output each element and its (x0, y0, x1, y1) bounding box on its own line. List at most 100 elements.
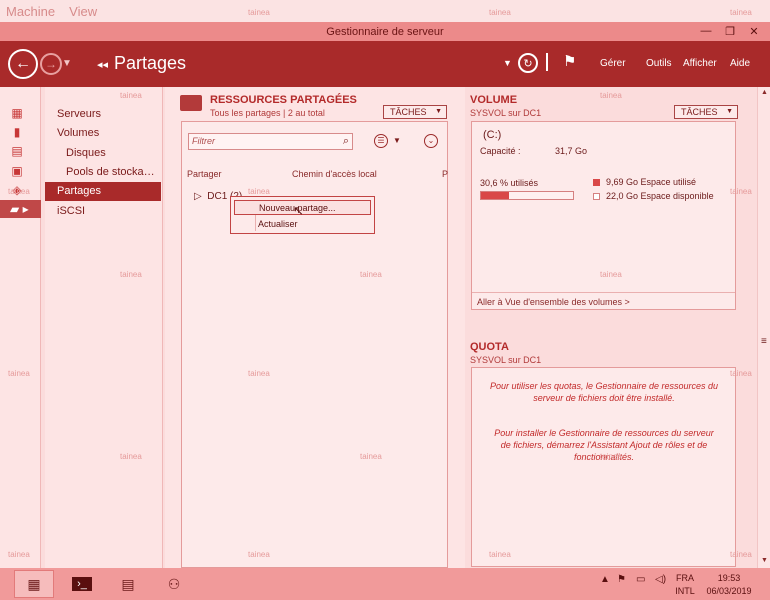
network-task-button[interactable]: ⚇ (154, 570, 194, 598)
usage-bar (480, 191, 574, 200)
collapse-icon[interactable]: ⌄ (424, 134, 438, 148)
breadcrumb: Partages (114, 53, 187, 73)
column-local-path[interactable]: Chemin d'accès local (292, 169, 377, 179)
server-manager-icon: ▦ (27, 575, 41, 592)
search-icon[interactable]: ⌕ (343, 134, 349, 149)
vertical-scrollbar[interactable]: ▲ ≡ ▼ (757, 87, 770, 568)
vm-menu-view[interactable]: View (69, 4, 97, 19)
nav-item-servers[interactable]: Serveurs (45, 105, 161, 124)
volume-icon[interactable]: ◁) (655, 574, 666, 585)
dashboard-icon[interactable]: ▦ (10, 106, 24, 120)
back-button[interactable]: ← (8, 49, 38, 79)
shares-tasks-button[interactable]: TÂCHES (383, 105, 447, 119)
keyboard-layout[interactable]: INTL (672, 586, 698, 596)
ad-ds-icon[interactable]: ▣ (10, 164, 24, 178)
quota-message-1: Pour utiliser les quotas, le Gestionnair… (489, 381, 719, 403)
volume-tasks-button[interactable]: TÂCHES (674, 105, 738, 119)
clock-date[interactable]: 06/03/2019 (704, 586, 754, 596)
arrow-left-icon: ← (15, 55, 31, 72)
vm-menu-bar: Machine View (0, 0, 770, 22)
menu-manage[interactable]: Gérer (600, 58, 626, 69)
network-tray-icon[interactable]: ▭ (636, 574, 645, 585)
refresh-icon: ↻ (523, 57, 533, 70)
refresh-button[interactable]: ↻ (518, 53, 538, 73)
free-legend: 22,0 Go Espace disponible (606, 191, 714, 201)
shares-list-box (181, 121, 448, 568)
clock-time[interactable]: 19:53 (704, 573, 754, 583)
used-percent-label: 30,6 % utilisés (480, 178, 539, 188)
usage-bar-fill (481, 192, 510, 199)
volumes-overview-link[interactable]: Aller à Vue d'ensemble des volumes > (477, 297, 630, 307)
server-manager-task-button[interactable]: ▦ (14, 570, 54, 598)
list-view-icon[interactable]: ☰ (374, 134, 388, 148)
powershell-icon: ›_ (72, 577, 92, 591)
volume-subtitle: SYSVOL sur DC1 (470, 108, 542, 118)
action-center-flag-icon[interactable]: ⚑ (617, 574, 626, 585)
forward-button[interactable]: → (40, 53, 62, 75)
watermark: tainea (730, 8, 752, 17)
watermark: tainea (248, 369, 270, 378)
menu-tools[interactable]: Outils (646, 58, 672, 69)
column-protocol[interactable]: P (442, 169, 448, 179)
refresh-dropdown[interactable]: ▼ (503, 58, 512, 68)
close-button[interactable]: ✕ (742, 23, 766, 39)
notifications-flag-icon[interactable]: ⚑ (563, 52, 576, 70)
nav-item-disks[interactable]: Disques (45, 144, 161, 163)
nav-item-storage-pools[interactable]: Pools de stocka… (45, 163, 161, 182)
window-controls: — ❐ ✕ (694, 23, 766, 39)
header-divider (546, 53, 548, 71)
volume-title: VOLUME (470, 94, 518, 106)
watermark: tainea (248, 8, 270, 17)
language-indicator[interactable]: FRA (672, 573, 698, 583)
powershell-task-button[interactable]: ›_ (62, 570, 102, 598)
history-dropdown[interactable]: ▼ (62, 58, 72, 69)
nav-item-shares[interactable]: Partages (45, 182, 161, 201)
capacity-label: Capacité : (480, 146, 521, 156)
filter-input[interactable]: Filtrer ⌕ (188, 133, 353, 150)
window-title-bar: Gestionnaire de serveur — ❐ ✕ (0, 22, 770, 41)
taskbar: ▦ ›_ ▤ ⚇ ▲ ⚑ ▭ ◁) FRA INTL 19:53 06/03/2… (0, 568, 770, 600)
nav-item-iscsi[interactable]: iSCSI (45, 202, 161, 221)
watermark: tainea (360, 270, 382, 279)
menu-help[interactable]: Aide (730, 58, 750, 69)
vm-menu-machine[interactable]: Machine (6, 4, 55, 19)
watermark: tainea (8, 369, 30, 378)
list-view-dropdown[interactable]: ▼ (393, 136, 401, 145)
watermark: tainea (8, 187, 30, 196)
watermark: tainea (600, 91, 622, 100)
used-legend-swatch (593, 179, 600, 186)
arrow-right-icon: → (45, 57, 57, 71)
menu-item-refresh[interactable]: Actualiser (234, 217, 371, 232)
watermark: tainea (730, 369, 752, 378)
shares-folder-icon (180, 95, 202, 111)
watermark: tainea (248, 550, 270, 559)
minimize-button[interactable]: — (694, 23, 718, 39)
menu-view[interactable]: Afficher (683, 58, 717, 69)
quota-title: QUOTA (470, 341, 509, 353)
role-icon-bar: ▦ ▮ ▤ ▣ ◈ ▰ ▸ (0, 87, 41, 568)
nav-item-volumes[interactable]: Volumes (45, 124, 161, 143)
scroll-down-icon[interactable]: ▼ (761, 557, 768, 564)
watermark: tainea (120, 270, 142, 279)
local-server-icon[interactable]: ▮ (10, 125, 24, 139)
breadcrumb-arrows-icon: ◂◂ (97, 59, 109, 71)
watermark: tainea (120, 452, 142, 461)
scroll-thumb[interactable]: ≡ (761, 336, 767, 362)
watermark: tainea (489, 8, 511, 17)
volume-divider (472, 292, 735, 293)
shares-subtitle: Tous les partages | 2 au total (210, 108, 325, 118)
network-icon: ⚇ (167, 575, 181, 592)
all-servers-icon[interactable]: ▤ (10, 144, 24, 158)
watermark: tainea (600, 270, 622, 279)
scroll-up-icon[interactable]: ▲ (761, 89, 768, 96)
watermark: tainea (120, 91, 142, 100)
file-storage-icon[interactable]: ▰ ▸ (0, 200, 41, 218)
filter-placeholder: Filtrer (192, 136, 215, 146)
column-share[interactable]: Partager (187, 169, 222, 179)
folder-icon: ▤ (121, 575, 135, 592)
restore-button[interactable]: ❐ (718, 23, 742, 39)
app-header: ← → ▼ ◂◂ Partages ▼ ↻ ⚑ Gérer Outils Aff… (0, 41, 770, 87)
watermark: tainea (8, 550, 30, 559)
explorer-task-button[interactable]: ▤ (108, 570, 148, 598)
show-hidden-icons-icon[interactable]: ▲ (600, 574, 610, 585)
